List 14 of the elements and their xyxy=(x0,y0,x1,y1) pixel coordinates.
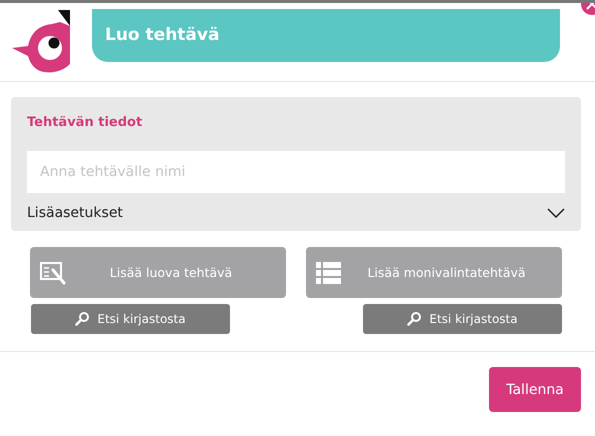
page-title-banner: Luo tehtävä xyxy=(92,8,560,62)
add-task-button[interactable]: Lisää luova tehtävä xyxy=(30,247,286,298)
library-search-button[interactable]: Etsi kirjastosta xyxy=(363,304,562,334)
advanced-settings-toggle[interactable]: Lisäasetukset xyxy=(27,205,565,221)
panel-title: Tehtävän tiedot xyxy=(27,115,144,130)
edit-panel-icon xyxy=(40,260,66,284)
name-input-field[interactable]: Anna tehtävälle nimi xyxy=(27,151,565,193)
search-icon xyxy=(407,312,422,326)
save-button[interactable]: Tallenna xyxy=(489,367,581,412)
list-icon xyxy=(316,260,341,284)
chevron-icon xyxy=(547,208,565,218)
search-icon xyxy=(75,312,90,326)
library-search-button[interactable]: Etsi kirjastosta xyxy=(31,304,230,334)
add-task-button[interactable]: Lisää monivalintatehtävä xyxy=(306,247,562,298)
